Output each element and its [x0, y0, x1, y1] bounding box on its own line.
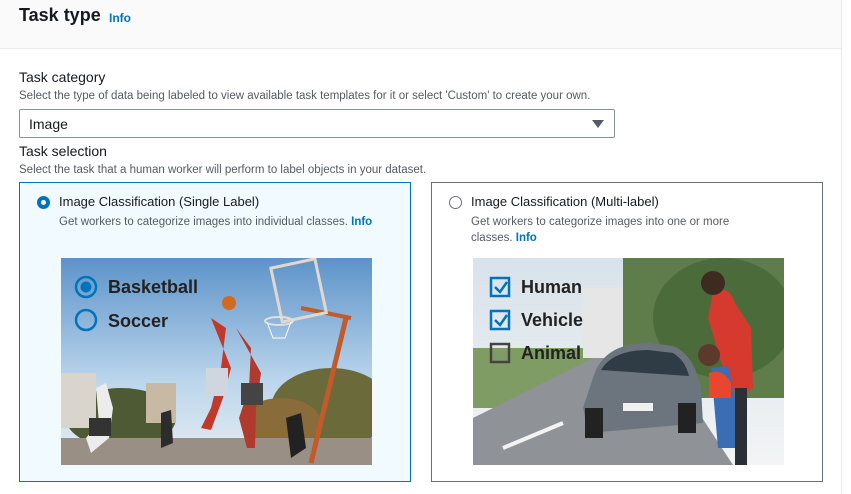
task-category-label: Task category: [19, 69, 106, 85]
image-label-vehicle: Vehicle: [521, 310, 583, 330]
image-label-animal: Animal: [521, 343, 581, 363]
task-card-single-label[interactable]: Image Classification (Single Label) Get …: [19, 182, 411, 482]
image-label-soccer: Soccer: [108, 311, 168, 331]
card-description: Get workers to categorize images into on…: [471, 214, 771, 246]
image-label-human: Human: [521, 277, 582, 297]
caret-down-icon: [592, 120, 604, 128]
header-info-link[interactable]: Info: [109, 11, 131, 25]
task-card-multi-label[interactable]: Image Classification (Multi-label) Get w…: [431, 182, 823, 482]
task-category-description: Select the type of data being labeled to…: [19, 90, 591, 102]
street-example-image: Human Vehicle Animal: [473, 258, 784, 465]
section-title: Task type: [19, 5, 101, 26]
card-info-link[interactable]: Info: [516, 232, 537, 244]
image-label-basketball: Basketball: [108, 277, 198, 297]
radio-selected-icon[interactable]: [37, 196, 50, 209]
basketball-example-image: Basketball Soccer: [61, 258, 372, 465]
task-selection-label: Task selection: [19, 143, 107, 159]
card-info-link[interactable]: Info: [351, 216, 372, 228]
task-category-value: Image: [29, 116, 68, 132]
radio-unselected-icon[interactable]: [449, 196, 462, 209]
card-description: Get workers to categorize images into in…: [59, 214, 394, 230]
card-description-text: Get workers to categorize images into on…: [471, 216, 730, 244]
task-selection-description: Select the task that a human worker will…: [19, 164, 427, 176]
task-category-select[interactable]: Image: [19, 109, 615, 138]
card-title: Image Classification (Multi-label): [471, 194, 659, 209]
section-title-text: Task type: [19, 5, 101, 25]
card-title: Image Classification (Single Label): [59, 194, 260, 209]
panel-border: [841, 0, 842, 494]
card-description-text: Get workers to categorize images into in…: [59, 216, 348, 228]
